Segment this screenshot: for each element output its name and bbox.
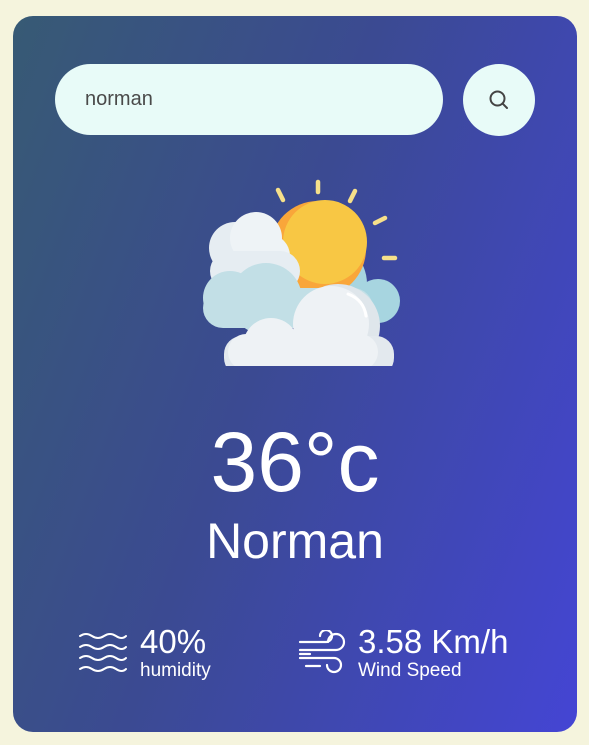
humidity-label: humidity [140,660,211,681]
wind-icon [298,630,346,674]
weather-card: 36°c Norman 40% humidity [13,16,577,732]
humidity-value: 40% [140,623,207,660]
search-button[interactable] [463,64,535,136]
humidity-stat: 40% humidity [78,624,211,682]
humidity-icon [79,633,127,672]
city-name: Norman [206,513,384,569]
wind-value: 3.58 Km/h [358,623,509,660]
search-input[interactable] [55,64,443,135]
search-icon [489,90,508,109]
wind-stat: 3.58 Km/h Wind Speed [298,624,508,682]
wind-label: Wind Speed [358,660,462,681]
temperature: 36°c [210,415,380,509]
partly-cloudy-icon [203,179,400,366]
